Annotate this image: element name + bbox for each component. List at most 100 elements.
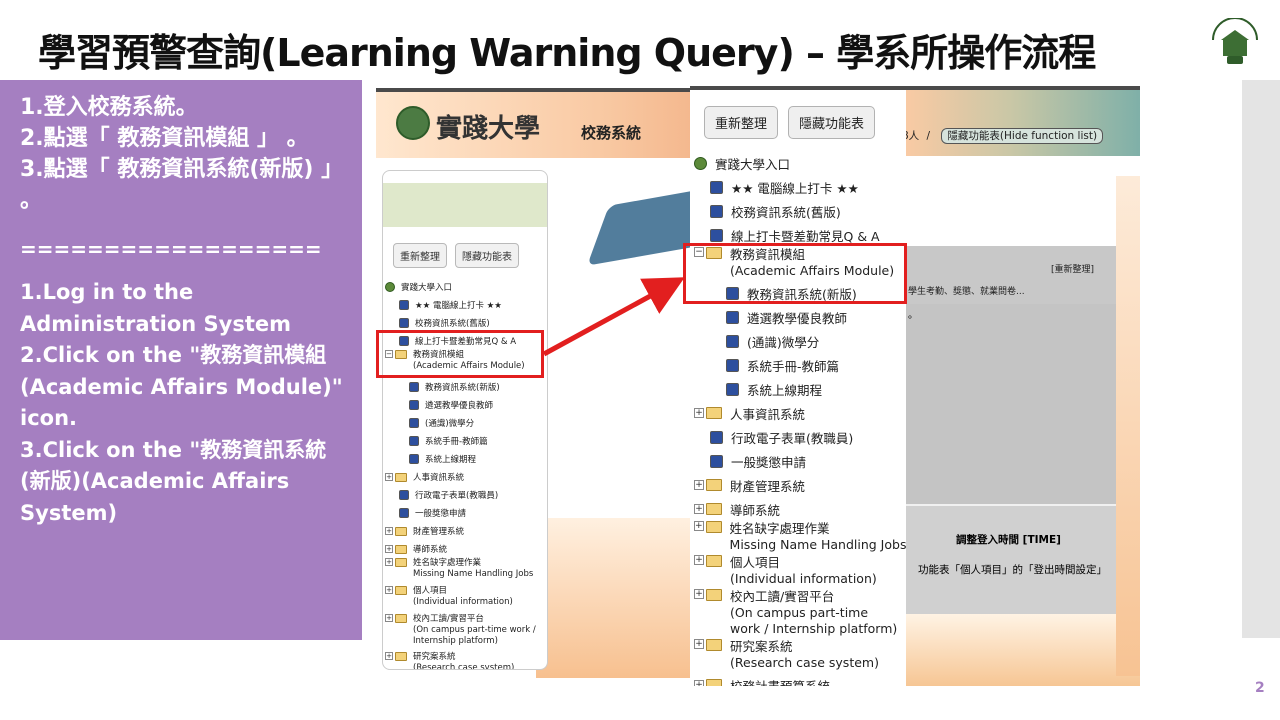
folder-icon	[705, 521, 722, 533]
folder-icon	[395, 472, 407, 482]
tree-folder-tutor[interactable]: + 導師系統	[694, 497, 906, 521]
tree-item-micro-credit[interactable]: (通識)微學分	[694, 329, 906, 353]
tree-item-forms[interactable]: 行政電子表單(教職員)	[694, 425, 906, 449]
expand-icon[interactable]: +	[694, 639, 704, 649]
expand-icon[interactable]: +	[385, 586, 393, 594]
portal-header: 實踐大學 校務系統	[376, 88, 692, 158]
folder-icon	[395, 614, 407, 623]
folder-icon	[395, 544, 407, 554]
tree-item-excellent-teacher[interactable]: 遴選教學優良教師	[694, 305, 906, 329]
folder-icon	[706, 479, 722, 491]
page-icon	[409, 382, 419, 392]
tree-item-schedule[interactable]: 系統上線期程	[694, 377, 906, 401]
expand-icon[interactable]: +	[694, 680, 704, 686]
tree-item-old-system[interactable]: 校務資訊系統(舊版)	[694, 199, 906, 223]
expand-icon[interactable]: +	[694, 521, 704, 531]
folder-icon	[706, 679, 722, 686]
tree-item-forms[interactable]: 行政電子表單(教職員)	[385, 486, 547, 504]
expand-icon[interactable]: +	[694, 504, 704, 514]
tree-folder-hr[interactable]: + 人事資訊系統	[385, 468, 547, 486]
expand-icon[interactable]: +	[385, 545, 393, 553]
page-icon	[409, 418, 419, 428]
folder-icon	[395, 526, 407, 536]
tree-folder-campus-work[interactable]: + 校內工讀/實習平台 (On campus part-time work / In…	[694, 589, 906, 639]
page-icon	[710, 430, 723, 444]
header-gradient	[906, 90, 1140, 156]
tree-folder-property[interactable]: + 財產管理系統	[694, 473, 906, 497]
tree-folder-research[interactable]: + 研究案系統 (Research case system)	[694, 639, 906, 673]
folder-icon	[706, 555, 722, 567]
notice-box: [重新整理] 學生考勤、獎懲、就業問卷...	[906, 246, 1116, 304]
expand-icon[interactable]: +	[385, 558, 393, 566]
expand-icon[interactable]: +	[385, 614, 393, 622]
highlight-box-academic-module	[376, 330, 544, 378]
portal-icon	[385, 282, 395, 292]
page-icon	[726, 334, 739, 348]
tree-folder-personal[interactable]: + 個人項目 (Individual information)	[694, 555, 906, 589]
tree-folder-research[interactable]: + 研究案系統 (Research case system)	[385, 652, 547, 669]
zh-step-3: 3.點選「 教務資訊系統(新版) 」 。	[20, 157, 344, 213]
tree-folder-property[interactable]: + 財產管理系統	[385, 522, 547, 540]
tree-item-punch-card[interactable]: ★★ 電腦線上打卡 ★★	[694, 175, 906, 199]
tree-item-punch-card[interactable]: ★★ 電腦線上打卡 ★★	[385, 296, 547, 314]
expand-icon[interactable]: +	[385, 473, 393, 481]
hide-menu-button[interactable]: 隱藏功能表	[455, 243, 519, 268]
zh-step-1: 1.登入校務系統。	[20, 95, 198, 120]
folder-icon	[706, 589, 722, 601]
tree-folder-missing-name[interactable]: + 姓名缺字處理作業 Missing Name Handling Jobs	[694, 521, 906, 555]
refresh-button[interactable]: 重新整理	[704, 106, 779, 139]
system-name: 校務系統	[581, 124, 642, 142]
tree-item-micro-credit[interactable]: (通識)微學分	[385, 414, 547, 432]
tree-item-manual[interactable]: 系統手冊-教師篇	[694, 353, 906, 377]
tree-item-awards[interactable]: 一般獎懲申請	[385, 504, 547, 522]
tree-folder-campus-work[interactable]: + 校內工讀/實習平台 (On campus part-time work / In…	[385, 614, 547, 652]
zh-step-2: 2.點選「 教務資訊模組 」 。	[20, 126, 309, 151]
tree-folder-tutor[interactable]: + 導師系統	[385, 540, 547, 558]
tree-item-excellent-teacher[interactable]: 遴選教學優良教師	[385, 396, 547, 414]
page-icon	[710, 454, 723, 468]
tree-root[interactable]: 實踐大學入口	[694, 151, 906, 175]
expand-icon[interactable]: +	[694, 408, 704, 418]
menu-tree: 實踐大學入口 ★★ 電腦線上打卡 ★★ 校務資訊系統(舊版) 線上打卡暨差勤常見…	[690, 147, 906, 686]
expand-icon[interactable]: +	[385, 652, 393, 660]
tree-folder-budget[interactable]: + 校務計畫預算系統	[694, 673, 906, 686]
tree-item-manual[interactable]: 系統手冊-教師篇	[385, 432, 547, 450]
page-icon	[710, 204, 723, 218]
folder-icon	[395, 558, 407, 567]
expand-icon[interactable]: +	[694, 480, 704, 490]
university-logo-icon	[1212, 18, 1258, 64]
folder-icon	[706, 407, 722, 419]
page-icon	[726, 382, 739, 396]
school-name: 實踐大學	[436, 114, 541, 144]
separator: ==================	[20, 237, 322, 261]
orange-wash	[536, 518, 692, 678]
instruction-panel: 1.登入校務系統。 2.點選「 教務資訊模組 」 。 3.點選「 教務資訊系統(…	[0, 80, 362, 640]
folder-icon	[706, 639, 722, 651]
tree-folder-personal[interactable]: + 個人項目 (Individual information)	[385, 586, 547, 614]
tree-folder-hr[interactable]: + 人事資訊系統	[694, 401, 906, 425]
content-box: 。	[906, 304, 1116, 504]
menu-header-band	[383, 183, 547, 227]
tree-root[interactable]: 實踐大學入口	[385, 278, 547, 296]
expand-icon[interactable]: +	[694, 589, 704, 599]
tree-folder-missing-name[interactable]: + 姓名缺字處理作業 Missing Name Handling Jobs	[385, 558, 547, 586]
tree-item-academic-system-new[interactable]: 教務資訊系統(新版)	[385, 378, 547, 396]
hide-function-list-link[interactable]: 隱藏功能表(Hide function list)	[941, 128, 1104, 144]
page-icon	[399, 318, 409, 328]
page-number: 2	[1255, 680, 1265, 696]
school-seal-icon	[396, 106, 430, 140]
refresh-button[interactable]: 重新整理	[393, 243, 447, 268]
notice-refresh-link[interactable]: [重新整理]	[1051, 262, 1094, 275]
expand-icon[interactable]: +	[694, 555, 704, 565]
folder-icon	[395, 652, 407, 661]
hide-menu-button[interactable]: 隱藏功能表	[788, 106, 876, 139]
right-side-bar	[1242, 80, 1280, 638]
login-time-title: 調整登入時間 [TIME]	[956, 534, 1061, 546]
tree-item-schedule[interactable]: 系統上線期程	[385, 450, 547, 468]
brush-decoration	[587, 186, 692, 266]
page-icon	[710, 180, 723, 194]
tree-item-awards[interactable]: 一般獎懲申請	[694, 449, 906, 473]
screenshot-zoomed-menu: 8人 / 隱藏功能表(Hide function list) [重新整理] 學生…	[690, 86, 1140, 686]
expand-icon[interactable]: +	[385, 527, 393, 535]
function-menu-panel: 重新整理 隱藏功能表 實踐大學入口 ★★ 電腦線上打卡 ★★ 校務資訊系統(舊版…	[690, 90, 906, 686]
